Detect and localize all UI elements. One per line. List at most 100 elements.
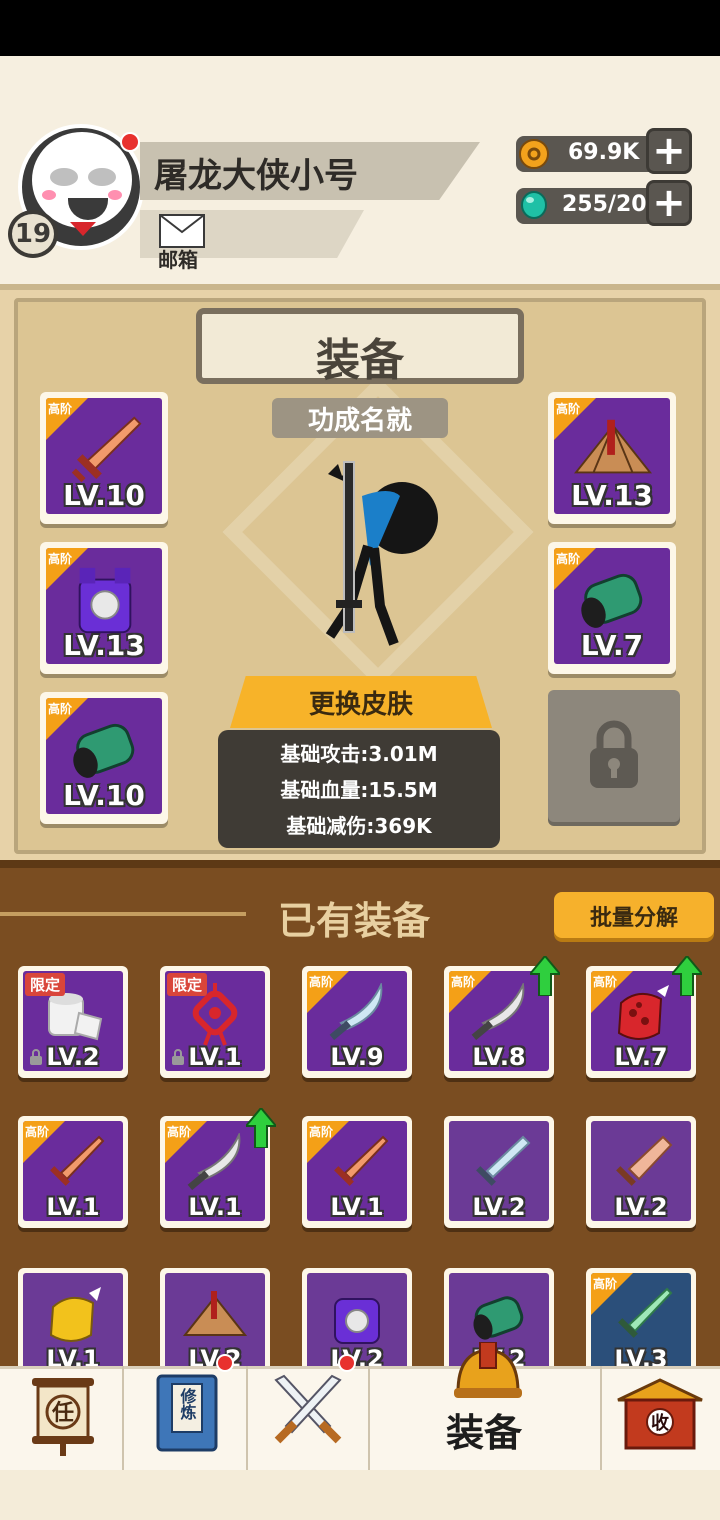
player-level-badge: 19	[8, 210, 58, 258]
avatar-blush-left	[42, 190, 56, 200]
slot-background: 高阶 LV.1	[23, 1121, 123, 1221]
upgrade-arrow-icon	[672, 956, 702, 996]
achievement-title-plaque: 功成名就	[272, 398, 448, 438]
equip-slot-bracer-left[interactable]: 高阶 LV.10	[40, 692, 168, 824]
inventory-item[interactable]: LV.2	[302, 1268, 412, 1380]
task-scroll-icon: 任	[32, 1378, 94, 1456]
game-screen: 19 屠龙大侠小号 邮箱 69.9K + 255/20 + 装备 功成名就 高阶…	[0, 0, 720, 1520]
owned-equipment-title: 已有装备	[278, 899, 431, 943]
item-level: LV.9	[330, 1043, 384, 1071]
nav-tab-battle[interactable]	[248, 1354, 368, 1470]
equip-slot-weapon[interactable]: 高阶 LV.10	[40, 392, 168, 524]
shop-building-icon: 收	[617, 1378, 703, 1450]
avatar-mouth	[68, 198, 108, 220]
slot-background: 高阶 LV.10	[46, 398, 162, 514]
item-level: LV.7	[580, 629, 644, 662]
helmet-icon	[454, 1342, 522, 1398]
item-level: LV.10	[63, 779, 145, 812]
inventory-item[interactable]: LV.2	[586, 1116, 696, 1228]
equipment-title: 装备	[316, 335, 404, 386]
bottom-safe-area	[0, 1470, 720, 1520]
gauntlet-icon	[617, 985, 669, 1040]
saber-icon	[471, 983, 525, 1041]
inventory-item[interactable]: 高阶 LV.1	[302, 1116, 412, 1228]
grade-label: 高阶	[593, 1277, 618, 1291]
slot-background: LV.2	[307, 1273, 407, 1373]
gem-value: 255/20	[562, 192, 647, 217]
crossed-swords-icon	[274, 1374, 342, 1444]
svg-text:任: 任	[51, 1400, 74, 1426]
sword-icon	[334, 1135, 389, 1186]
saber-icon	[329, 983, 383, 1041]
item-level: LV.1	[46, 1193, 100, 1221]
slot-background: 限定 LV.2	[23, 971, 123, 1071]
item-level: LV.1	[188, 1193, 242, 1221]
item-level: LV.1	[188, 1043, 242, 1071]
avatar-eye-left	[50, 168, 78, 186]
equip-slot-hat[interactable]: 高阶 LV.13	[548, 392, 676, 524]
batch-disassemble-label: 批量分解	[589, 906, 678, 931]
saber-icon	[187, 1133, 241, 1191]
grade-label: 高阶	[593, 975, 618, 989]
equip-slot-armor[interactable]: 高阶 LV.13	[40, 542, 168, 674]
grade-label: 高阶	[48, 402, 73, 416]
straw-hat-icon	[183, 1291, 247, 1336]
slot-background: 高阶 LV.13	[554, 398, 670, 514]
slot-background: 限定 LV.1	[165, 971, 265, 1071]
armor-icon	[334, 1298, 380, 1344]
item-level: LV.7	[614, 1043, 668, 1071]
limited-tag: 限定	[167, 973, 208, 996]
item-level: LV.13	[63, 629, 145, 662]
achievement-title: 功成名就	[307, 406, 412, 436]
player-name: 屠龙大侠小号	[154, 156, 358, 196]
slot-background: 高阶 LV.9	[307, 971, 407, 1071]
item-level: LV.1	[330, 1193, 384, 1221]
owned-panel-border	[0, 860, 720, 868]
base-stats-box: 基础攻击:3.01M 基础血量:15.5M 基础减伤:369K	[218, 730, 500, 848]
add-coins-button[interactable]: +	[646, 128, 692, 174]
slot-background: 高阶 LV.3	[591, 1273, 691, 1373]
plus-icon: +	[652, 128, 686, 174]
batch-disassemble-button[interactable]: 批量分解	[554, 892, 714, 938]
slot-background: 高阶 LV.1	[307, 1121, 407, 1221]
equip-slot-bracer-right[interactable]: 高阶 LV.7	[548, 542, 676, 674]
nav-tab-collect[interactable]: 收	[602, 1366, 720, 1470]
gem-icon	[521, 191, 547, 219]
nav-tab-cultivate[interactable]: 修炼	[124, 1354, 246, 1470]
grade-label: 高阶	[48, 552, 73, 566]
mail-button[interactable]: 邮箱	[156, 210, 212, 272]
slot-background: LV.1	[23, 1273, 123, 1373]
inventory-item[interactable]: LV.2	[444, 1116, 554, 1228]
add-gems-button[interactable]: +	[646, 180, 692, 226]
inventory-item[interactable]: LV.2	[160, 1268, 270, 1380]
plus-icon: +	[652, 180, 686, 226]
slot-background: LV.2	[591, 1121, 691, 1221]
change-skin-button[interactable]: 更换皮肤	[230, 676, 492, 728]
sword-icon	[476, 1135, 531, 1186]
inventory-item[interactable]: 高阶 LV.1	[18, 1116, 128, 1228]
inventory-item[interactable]: 高阶 LV.9	[302, 966, 412, 1078]
inventory-item[interactable]: 限定 LV.1	[160, 966, 270, 1078]
slot-background: 高阶 LV.10	[46, 698, 162, 814]
nav-tab-tasks[interactable]: 任	[0, 1366, 122, 1470]
status-bar	[0, 0, 720, 56]
locked-equip-slot[interactable]	[548, 690, 680, 822]
item-level: LV.2	[472, 1193, 526, 1221]
coin-value: 69.9K	[568, 140, 640, 165]
grade-label: 高阶	[167, 1125, 192, 1139]
svg-text:修炼: 修炼	[178, 1387, 198, 1421]
slot-background: LV.2	[449, 1121, 549, 1221]
slot-background: LV.2	[165, 1273, 265, 1373]
inventory-item[interactable]: 高阶 LV.3	[586, 1268, 696, 1380]
title-divider	[0, 912, 246, 916]
coin-icon	[519, 139, 549, 169]
svg-text:收: 收	[651, 1412, 669, 1434]
inventory-item[interactable]: LV.1	[18, 1268, 128, 1380]
inventory-item[interactable]: 限定 LV.2	[18, 966, 128, 1078]
avatar-blush-right	[108, 190, 122, 200]
cleaver-icon	[616, 1135, 673, 1186]
stickman-hero	[325, 461, 438, 646]
item-level: LV.10	[63, 479, 145, 512]
item-level: LV.8	[472, 1043, 526, 1071]
lock-icon	[590, 720, 638, 788]
